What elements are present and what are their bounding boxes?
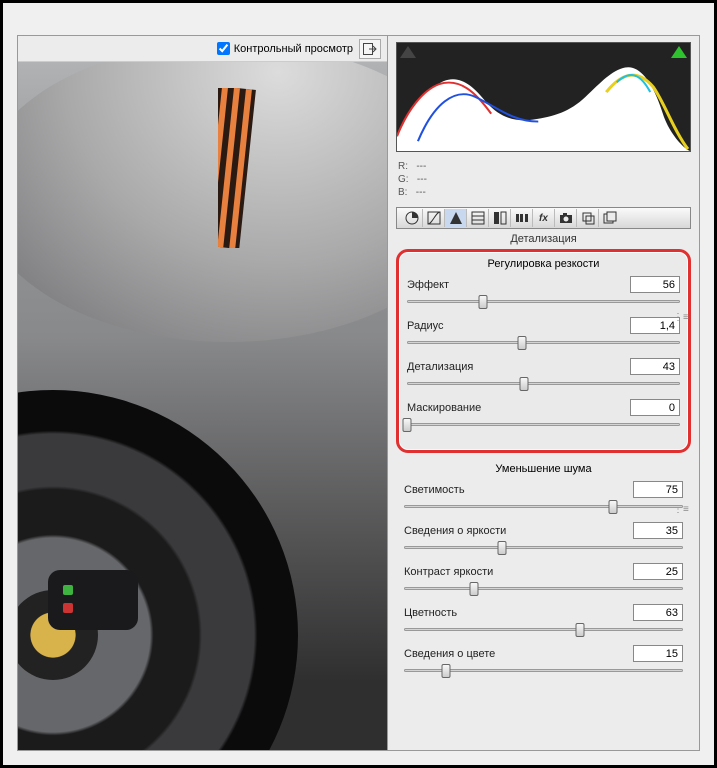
noise-slider[interactable] bbox=[404, 582, 683, 594]
panel-title: Детализация bbox=[388, 229, 699, 247]
tab-detail[interactable] bbox=[445, 209, 467, 227]
slider-thumb[interactable] bbox=[479, 295, 488, 309]
noise-label: Светимость bbox=[404, 484, 465, 496]
preview-checkbox[interactable]: Контрольный просмотр bbox=[217, 42, 353, 55]
noise-row: Цветность bbox=[404, 604, 683, 635]
noise-row: Сведения о цвете bbox=[404, 645, 683, 676]
tab-curve[interactable] bbox=[423, 209, 445, 227]
fullscreen-icon bbox=[363, 43, 377, 55]
r-label: R: bbox=[398, 161, 408, 172]
slider-thumb[interactable] bbox=[520, 377, 529, 391]
sharpen-row: Радиус bbox=[407, 317, 680, 348]
slider-thumb[interactable] bbox=[497, 541, 506, 555]
slider-thumb[interactable] bbox=[609, 500, 618, 514]
noise-row: Светимость bbox=[404, 481, 683, 512]
b-label: B: bbox=[398, 187, 407, 198]
tab-basic[interactable] bbox=[401, 209, 423, 227]
noise-group: Уменьшение шума Светимость Сведения о ярк… bbox=[396, 459, 691, 696]
sharpen-value-input[interactable] bbox=[630, 276, 680, 293]
noise-slider[interactable] bbox=[404, 541, 683, 553]
noise-value-input[interactable] bbox=[633, 522, 683, 539]
noise-title: Уменьшение шума bbox=[404, 463, 683, 475]
tab-presets[interactable] bbox=[577, 209, 599, 227]
noise-label: Контраст яркости bbox=[404, 566, 493, 578]
sharpen-label: Эффект bbox=[407, 279, 449, 291]
preview-image[interactable] bbox=[18, 62, 387, 750]
slider-thumb[interactable] bbox=[403, 418, 412, 432]
noise-row: Сведения о яркости bbox=[404, 522, 683, 553]
rgb-readout: R: --- G: --- B: --- bbox=[398, 160, 689, 199]
noise-slider[interactable] bbox=[404, 664, 683, 676]
noise-value-input[interactable] bbox=[633, 645, 683, 662]
g-value: --- bbox=[417, 174, 427, 185]
noise-value-input[interactable] bbox=[633, 481, 683, 498]
noise-label: Сведения о яркости bbox=[404, 525, 506, 537]
r-value: --- bbox=[416, 161, 426, 172]
g-label: G: bbox=[398, 174, 409, 185]
noise-value-input[interactable] bbox=[633, 563, 683, 580]
app-window: Контрольный просмотр bbox=[0, 0, 717, 768]
sharpen-group: Регулировка резкости Эффект Радиус Детализ… bbox=[396, 249, 691, 453]
histogram-curve bbox=[397, 43, 690, 151]
b-value: --- bbox=[416, 187, 426, 198]
adjustments-panel: R: --- G: --- B: --- fx Детализация ⋮≡ ⋮… bbox=[388, 36, 699, 750]
fullscreen-button[interactable] bbox=[359, 39, 381, 59]
preview-toolbar: Контрольный просмотр bbox=[18, 36, 387, 62]
slider-thumb[interactable] bbox=[517, 336, 526, 350]
sharpen-title: Регулировка резкости bbox=[407, 258, 680, 270]
sharpen-slider[interactable] bbox=[407, 418, 680, 430]
sharpen-value-input[interactable] bbox=[630, 358, 680, 375]
sharpen-label: Радиус bbox=[407, 320, 444, 332]
panel-menu-icon[interactable]: ⋮≡ bbox=[673, 316, 681, 319]
sharpen-slider[interactable] bbox=[407, 336, 680, 348]
sharpen-row: Эффект bbox=[407, 276, 680, 307]
noise-label: Цветность bbox=[404, 607, 457, 619]
slider-thumb[interactable] bbox=[469, 582, 478, 596]
sharpen-label: Маскирование bbox=[407, 402, 481, 414]
slider-thumb[interactable] bbox=[575, 623, 584, 637]
preview-checkbox-input[interactable] bbox=[217, 42, 230, 55]
car-dashboard bbox=[18, 62, 387, 342]
editor-frame: Контрольный просмотр bbox=[17, 35, 700, 751]
tab-snapshots[interactable] bbox=[599, 209, 621, 227]
tab-split[interactable] bbox=[489, 209, 511, 227]
tab-hsl[interactable] bbox=[467, 209, 489, 227]
sharpen-row: Маскирование bbox=[407, 399, 680, 430]
sharpen-slider[interactable] bbox=[407, 295, 680, 307]
histogram[interactable] bbox=[396, 42, 691, 152]
sharpen-label: Детализация bbox=[407, 361, 473, 373]
preview-pane: Контрольный просмотр bbox=[18, 36, 388, 750]
noise-label: Сведения о цвете bbox=[404, 648, 495, 660]
wheel-buttons bbox=[48, 570, 138, 630]
noise-row: Контраст яркости bbox=[404, 563, 683, 594]
noise-value-input[interactable] bbox=[633, 604, 683, 621]
tab-lens[interactable] bbox=[511, 209, 533, 227]
panel-tabs: fx bbox=[396, 207, 691, 229]
sharpen-value-input[interactable] bbox=[630, 399, 680, 416]
slider-thumb[interactable] bbox=[441, 664, 450, 678]
tab-camera[interactable] bbox=[555, 209, 577, 227]
shadow-clip-icon[interactable] bbox=[400, 46, 416, 58]
sharpen-slider[interactable] bbox=[407, 377, 680, 389]
highlight-clip-icon[interactable] bbox=[671, 46, 687, 58]
preview-checkbox-label: Контрольный просмотр bbox=[234, 43, 353, 55]
george-ribbon bbox=[218, 88, 256, 248]
noise-slider[interactable] bbox=[404, 623, 683, 635]
noise-slider[interactable] bbox=[404, 500, 683, 512]
tab-fx[interactable]: fx bbox=[533, 209, 555, 227]
sharpen-row: Детализация bbox=[407, 358, 680, 389]
